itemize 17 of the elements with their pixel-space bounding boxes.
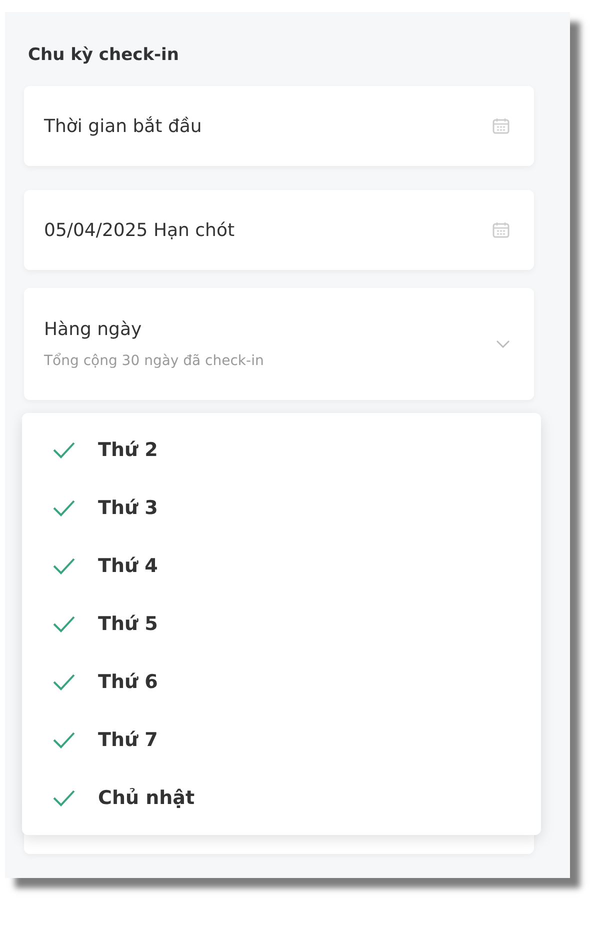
day-option[interactable]: Thứ 2 bbox=[22, 421, 541, 479]
field-value: Thời gian bắt đầu bbox=[44, 114, 202, 138]
day-option[interactable]: Thứ 5 bbox=[22, 595, 541, 653]
day-option[interactable]: Thứ 3 bbox=[22, 479, 541, 537]
calendar-icon bbox=[492, 221, 510, 239]
field-value: 05/04/2025 Hạn chót bbox=[44, 218, 235, 242]
date-field[interactable]: 05/04/2025 Hạn chót bbox=[24, 190, 534, 270]
calendar-icon bbox=[492, 117, 510, 135]
day-option[interactable]: Chủ nhật bbox=[22, 769, 541, 827]
field-value: Hàng ngày bbox=[44, 318, 143, 342]
day-option[interactable]: Thứ 7 bbox=[22, 711, 541, 769]
repeat-select[interactable]: Hàng ngày Tổng cộng 30 ngày đã check-in bbox=[24, 288, 534, 400]
date-field[interactable]: Thời gian bắt đầu bbox=[24, 86, 534, 166]
field-hint: Tổng cộng 30 ngày đã check-in bbox=[44, 352, 264, 371]
section-title: Chu kỳ check-in bbox=[28, 44, 180, 67]
day-option[interactable]: Thứ 4 bbox=[22, 537, 541, 595]
day-option[interactable]: Thứ 6 bbox=[22, 653, 541, 711]
